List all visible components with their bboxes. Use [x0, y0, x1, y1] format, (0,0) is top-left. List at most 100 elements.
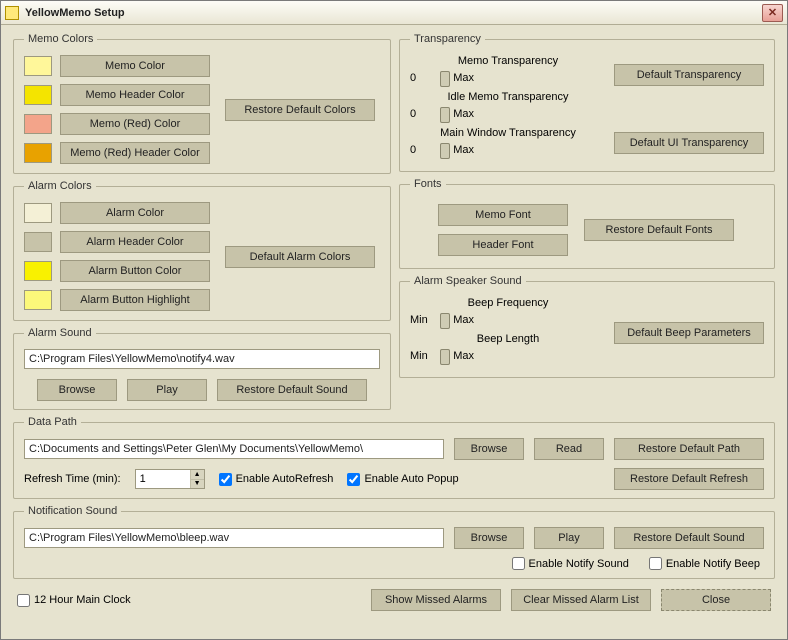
alarm-sound-group: Alarm Sound Browse Play Restore Default …: [13, 327, 391, 410]
refresh-time-label: Refresh Time (min):: [24, 473, 121, 485]
header-font-button[interactable]: Header Font: [438, 234, 568, 256]
beep-slider-block: Beep Frequency Min Max: [410, 297, 606, 329]
clear-missed-alarm-button[interactable]: Clear Missed Alarm List: [511, 589, 651, 611]
fonts-group: Fonts Memo Font Header Font Restore Defa…: [399, 178, 775, 269]
enable-autopopup-checkbox[interactable]: Enable Auto Popup: [347, 473, 458, 486]
data-path-input[interactable]: [24, 439, 444, 459]
beep-min-label: Min: [410, 350, 434, 362]
memo-color-swatch[interactable]: [24, 85, 52, 105]
transparency-slider-thumb[interactable]: [440, 143, 450, 159]
transparency-max-label: Max: [446, 108, 474, 120]
alarm-color-swatch[interactable]: [24, 232, 52, 252]
memo-color-button[interactable]: Memo Color: [60, 55, 210, 77]
alarm-speaker-legend: Alarm Speaker Sound: [410, 275, 526, 287]
beep-slider-block: Beep Length Min Max: [410, 333, 606, 365]
alarm-color-button[interactable]: Alarm Button Highlight: [60, 289, 210, 311]
transparency-slider-block: Main Window Transparency 0 Max: [410, 127, 606, 159]
alarm-color-button[interactable]: Alarm Button Color: [60, 260, 210, 282]
alarm-color-button[interactable]: Alarm Color: [60, 202, 210, 224]
setup-window: YellowMemo Setup ✕ Memo Colors Memo Colo…: [0, 0, 788, 640]
memo-color-row: Memo Color: [24, 55, 210, 77]
memo-color-button[interactable]: Memo (Red) Color: [60, 113, 210, 135]
alarm-speaker-group: Alarm Speaker Sound Beep Frequency Min Max…: [399, 275, 775, 378]
alarm-sound-legend: Alarm Sound: [24, 327, 96, 339]
alarm-sound-play-button[interactable]: Play: [127, 379, 207, 401]
beep-max-label: Max: [446, 314, 474, 326]
show-missed-alarms-button[interactable]: Show Missed Alarms: [371, 589, 501, 611]
refresh-time-input[interactable]: [136, 470, 190, 488]
transparency-min-label: 0: [410, 108, 434, 120]
memo-color-swatch[interactable]: [24, 114, 52, 134]
memo-color-row: Memo Header Color: [24, 84, 210, 106]
transparency-slider-title: Main Window Transparency: [410, 127, 606, 139]
notification-sound-group: Notification Sound Browse Play Restore D…: [13, 505, 775, 579]
notify-sound-path-input[interactable]: [24, 528, 444, 548]
data-path-read-button[interactable]: Read: [534, 438, 604, 460]
enable-autorefresh-checkbox[interactable]: Enable AutoRefresh: [219, 473, 334, 486]
transparency-group: Transparency Memo Transparency0MaxIdle M…: [399, 33, 775, 172]
notify-play-button[interactable]: Play: [534, 527, 604, 549]
beep-slider-thumb[interactable]: [440, 313, 450, 329]
transparency-max-label: Max: [446, 144, 474, 156]
titlebar: YellowMemo Setup ✕: [1, 1, 787, 25]
beep-slider-title: Beep Length: [410, 333, 606, 345]
memo-colors-group: Memo Colors Memo ColorMemo Header ColorM…: [13, 33, 391, 174]
memo-color-row: Memo (Red) Color: [24, 113, 210, 135]
alarm-color-row: Alarm Button Highlight: [24, 289, 210, 311]
default-transparency-button[interactable]: Default Transparency: [614, 64, 764, 86]
alarm-color-row: Alarm Header Color: [24, 231, 210, 253]
enable-notify-beep-checkbox[interactable]: Enable Notify Beep: [649, 557, 760, 570]
beep-min-label: Min: [410, 314, 434, 326]
refresh-time-spinner[interactable]: ▲ ▼: [135, 469, 205, 489]
alarm-color-swatch[interactable]: [24, 261, 52, 281]
default-alarm-colors-button[interactable]: Default Alarm Colors: [225, 246, 375, 268]
restore-fonts-button[interactable]: Restore Default Fonts: [584, 219, 734, 241]
restore-default-path-button[interactable]: Restore Default Path: [614, 438, 764, 460]
memo-color-row: Memo (Red) Header Color: [24, 142, 210, 164]
data-path-browse-button[interactable]: Browse: [454, 438, 524, 460]
restore-default-refresh-button[interactable]: Restore Default Refresh: [614, 468, 764, 490]
alarm-sound-restore-button[interactable]: Restore Default Sound: [217, 379, 367, 401]
memo-color-swatch[interactable]: [24, 143, 52, 163]
12-hour-clock-checkbox[interactable]: 12 Hour Main Clock: [17, 594, 131, 607]
transparency-min-label: 0: [410, 144, 434, 156]
memo-font-button[interactable]: Memo Font: [438, 204, 568, 226]
transparency-slider-thumb[interactable]: [440, 71, 450, 87]
enable-notify-sound-checkbox[interactable]: Enable Notify Sound: [512, 557, 629, 570]
notify-browse-button[interactable]: Browse: [454, 527, 524, 549]
beep-slider-title: Beep Frequency: [410, 297, 606, 309]
transparency-slider-block: Memo Transparency0Max: [410, 55, 606, 87]
default-beep-button[interactable]: Default Beep Parameters: [614, 322, 764, 344]
memo-color-swatch[interactable]: [24, 56, 52, 76]
restore-memo-colors-button[interactable]: Restore Default Colors: [225, 99, 375, 121]
alarm-color-button[interactable]: Alarm Header Color: [60, 231, 210, 253]
alarm-color-swatch[interactable]: [24, 290, 52, 310]
transparency-slider-title: Idle Memo Transparency: [410, 91, 606, 103]
transparency-slider-title: Memo Transparency: [410, 55, 606, 67]
beep-max-label: Max: [446, 350, 474, 362]
app-icon: [5, 6, 19, 20]
memo-color-button[interactable]: Memo (Red) Header Color: [60, 142, 210, 164]
spin-down-icon[interactable]: ▼: [191, 480, 204, 489]
alarm-sound-path-input[interactable]: [24, 349, 380, 369]
alarm-colors-group: Alarm Colors Alarm Color Alarm Header Col…: [13, 180, 391, 321]
default-ui-transparency-button[interactable]: Default UI Transparency: [614, 132, 764, 154]
transparency-slider-thumb[interactable]: [440, 107, 450, 123]
alarm-color-swatch[interactable]: [24, 203, 52, 223]
notify-restore-button[interactable]: Restore Default Sound: [614, 527, 764, 549]
window-close-button[interactable]: ✕: [762, 4, 783, 22]
spin-up-icon[interactable]: ▲: [191, 470, 204, 480]
fonts-legend: Fonts: [410, 178, 446, 190]
beep-slider-thumb[interactable]: [440, 349, 450, 365]
transparency-legend: Transparency: [410, 33, 485, 45]
alarm-color-row: Alarm Button Color: [24, 260, 210, 282]
memo-color-button[interactable]: Memo Header Color: [60, 84, 210, 106]
transparency-max-label: Max: [446, 72, 474, 84]
alarm-colors-legend: Alarm Colors: [24, 180, 96, 192]
close-button[interactable]: Close: [661, 589, 771, 611]
window-title: YellowMemo Setup: [25, 7, 125, 19]
alarm-sound-browse-button[interactable]: Browse: [37, 379, 117, 401]
alarm-color-row: Alarm Color: [24, 202, 210, 224]
data-path-group: Data Path Browse Read Restore Default Pa…: [13, 416, 775, 499]
data-path-legend: Data Path: [24, 416, 81, 428]
